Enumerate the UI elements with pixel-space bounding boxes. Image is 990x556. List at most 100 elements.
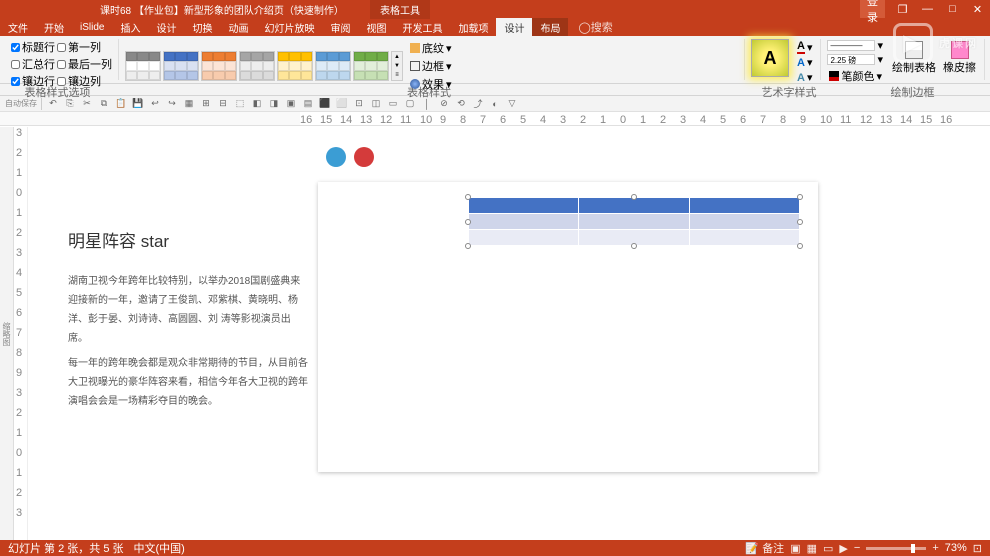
- qat-button-1[interactable]: ⎘: [63, 97, 77, 111]
- qat-button-21[interactable]: ▢: [403, 97, 417, 111]
- qat-button-8[interactable]: ▦: [182, 97, 196, 111]
- qat-button-5[interactable]: 💾: [131, 97, 145, 111]
- quick-styles-button[interactable]: A: [751, 39, 789, 77]
- view-slideshow-icon[interactable]: ▶: [839, 542, 847, 555]
- selection-handle[interactable]: [631, 194, 637, 200]
- text-outline-button[interactable]: A ▾: [795, 55, 814, 70]
- qat-button-3[interactable]: ⧉: [97, 97, 111, 111]
- selection-handle[interactable]: [465, 194, 471, 200]
- tab-animations[interactable]: 动画: [220, 18, 256, 36]
- selection-handle[interactable]: [797, 243, 803, 249]
- tab-file[interactable]: 文件: [0, 18, 36, 36]
- qat-button-22[interactable]: │: [420, 97, 434, 111]
- qat-button-16[interactable]: ⬛: [318, 97, 332, 111]
- search-box[interactable]: ◯ 搜索: [578, 19, 612, 35]
- tab-developer[interactable]: 开发工具: [394, 18, 450, 36]
- gallery-expand-button[interactable]: ▲▼≡: [391, 51, 403, 81]
- qat-button-6[interactable]: ↩: [148, 97, 162, 111]
- view-sorter-icon[interactable]: ▦: [807, 542, 817, 555]
- window-maximize-icon[interactable]: □: [940, 0, 965, 18]
- tab-table-design[interactable]: 设计: [496, 18, 532, 36]
- borders-button[interactable]: 边框 ▾: [408, 57, 454, 75]
- table-style-thumb[interactable]: [353, 51, 389, 81]
- qat-button-13[interactable]: ◨: [267, 97, 281, 111]
- qat-button-25[interactable]: ⤴: [471, 97, 485, 111]
- tab-review[interactable]: 审阅: [322, 18, 358, 36]
- table-style-thumb[interactable]: [239, 51, 275, 81]
- zoom-in-button[interactable]: +: [932, 542, 938, 554]
- draw-table-button[interactable]: 绘制表格: [890, 39, 938, 77]
- bucket-icon: [410, 43, 420, 53]
- tab-home[interactable]: 开始: [36, 18, 72, 36]
- tab-design[interactable]: 设计: [148, 18, 184, 36]
- qat-button-0[interactable]: ↶: [46, 97, 60, 111]
- selection-handle[interactable]: [797, 194, 803, 200]
- qat-button-24[interactable]: ⟲: [454, 97, 468, 111]
- selection-handle[interactable]: [465, 219, 471, 225]
- qat-button-12[interactable]: ◧: [250, 97, 264, 111]
- table-style-thumb[interactable]: [125, 51, 161, 81]
- qat-button-26[interactable]: ◐: [488, 97, 502, 111]
- tab-addins[interactable]: 加载项: [450, 18, 496, 36]
- window-restore-icon[interactable]: ❐: [890, 0, 915, 18]
- check-banded-row[interactable]: 镶边行: [11, 73, 55, 89]
- tab-transitions[interactable]: 切换: [184, 18, 220, 36]
- qat-button-7[interactable]: ↪: [165, 97, 179, 111]
- language-indicator[interactable]: 中文(中国): [134, 540, 185, 556]
- effects-button[interactable]: 效果 ▾: [408, 75, 454, 93]
- qat-button-17[interactable]: ⬜: [335, 97, 349, 111]
- view-normal-icon[interactable]: ▣: [790, 542, 800, 555]
- qat-button-4[interactable]: 📋: [114, 97, 128, 111]
- table-object[interactable]: [468, 197, 800, 246]
- tab-table-layout[interactable]: 布局: [532, 18, 568, 36]
- ribbon: 标题行 第一列 汇总行 最后一列 镶边行 镶边列 ▲▼≡ 底纹 ▾: [0, 36, 990, 84]
- selection-handle[interactable]: [631, 243, 637, 249]
- qat-button-19[interactable]: ◫: [369, 97, 383, 111]
- tab-insert[interactable]: 插入: [112, 18, 148, 36]
- tab-view[interactable]: 视图: [358, 18, 394, 36]
- slide-canvas[interactable]: 明星阵容 star 湖南卫视今年跨年比较特别，以举办2018国剧盛典来迎接新的一…: [28, 127, 990, 540]
- text-fill-button[interactable]: A ▾: [795, 39, 814, 55]
- selection-handle[interactable]: [465, 243, 471, 249]
- qat-button-20[interactable]: ▭: [386, 97, 400, 111]
- qat-button-10[interactable]: ⊟: [216, 97, 230, 111]
- login-button[interactable]: 登录: [860, 0, 885, 18]
- table-style-thumb[interactable]: [201, 51, 237, 81]
- qat-button-11[interactable]: ⬚: [233, 97, 247, 111]
- zoom-percent[interactable]: 73%: [945, 542, 967, 554]
- ruler-tick: 6: [500, 114, 506, 126]
- window-close-icon[interactable]: ✕: [965, 0, 990, 18]
- qat-button-9[interactable]: ⊞: [199, 97, 213, 111]
- pen-color-button[interactable]: 笔颜色 ▾: [827, 67, 884, 85]
- check-banded-col[interactable]: 镶边列: [57, 73, 101, 89]
- eraser-button[interactable]: 橡皮擦: [941, 39, 978, 77]
- fit-window-button[interactable]: ⊡: [973, 542, 982, 555]
- table-style-thumb[interactable]: [277, 51, 313, 81]
- check-last-col[interactable]: 最后一列: [57, 56, 112, 72]
- text-effects-button[interactable]: A ▾: [795, 70, 814, 85]
- notes-button[interactable]: 📝 备注: [745, 540, 784, 556]
- table-style-thumb[interactable]: [163, 51, 199, 81]
- check-header-row[interactable]: 标题行: [11, 39, 55, 55]
- qat-button-15[interactable]: ▤: [301, 97, 315, 111]
- zoom-slider[interactable]: [866, 547, 926, 550]
- window-minimize-icon[interactable]: —: [915, 0, 940, 18]
- table-tools-tab[interactable]: 表格工具: [370, 0, 430, 19]
- zoom-out-button[interactable]: −: [854, 542, 860, 554]
- table-style-thumb[interactable]: [315, 51, 351, 81]
- view-reading-icon[interactable]: ▭: [823, 542, 833, 555]
- check-first-col[interactable]: 第一列: [57, 39, 101, 55]
- tab-islide[interactable]: iSlide: [72, 18, 112, 36]
- selection-handle[interactable]: [797, 219, 803, 225]
- thumbnail-panel-collapsed[interactable]: 缩略图: [0, 127, 14, 540]
- qat-button-2[interactable]: ✂: [80, 97, 94, 111]
- pen-style-select[interactable]: ————: [827, 40, 875, 51]
- check-total-row[interactable]: 汇总行: [11, 56, 55, 72]
- pen-weight-select[interactable]: 2.25 磅: [827, 54, 875, 65]
- shading-button[interactable]: 底纹 ▾: [408, 39, 454, 57]
- qat-button-18[interactable]: ⊡: [352, 97, 366, 111]
- qat-button-27[interactable]: ▽: [505, 97, 519, 111]
- tab-slideshow[interactable]: 幻灯片放映: [256, 18, 322, 36]
- qat-button-23[interactable]: ⊘: [437, 97, 451, 111]
- qat-button-14[interactable]: ▣: [284, 97, 298, 111]
